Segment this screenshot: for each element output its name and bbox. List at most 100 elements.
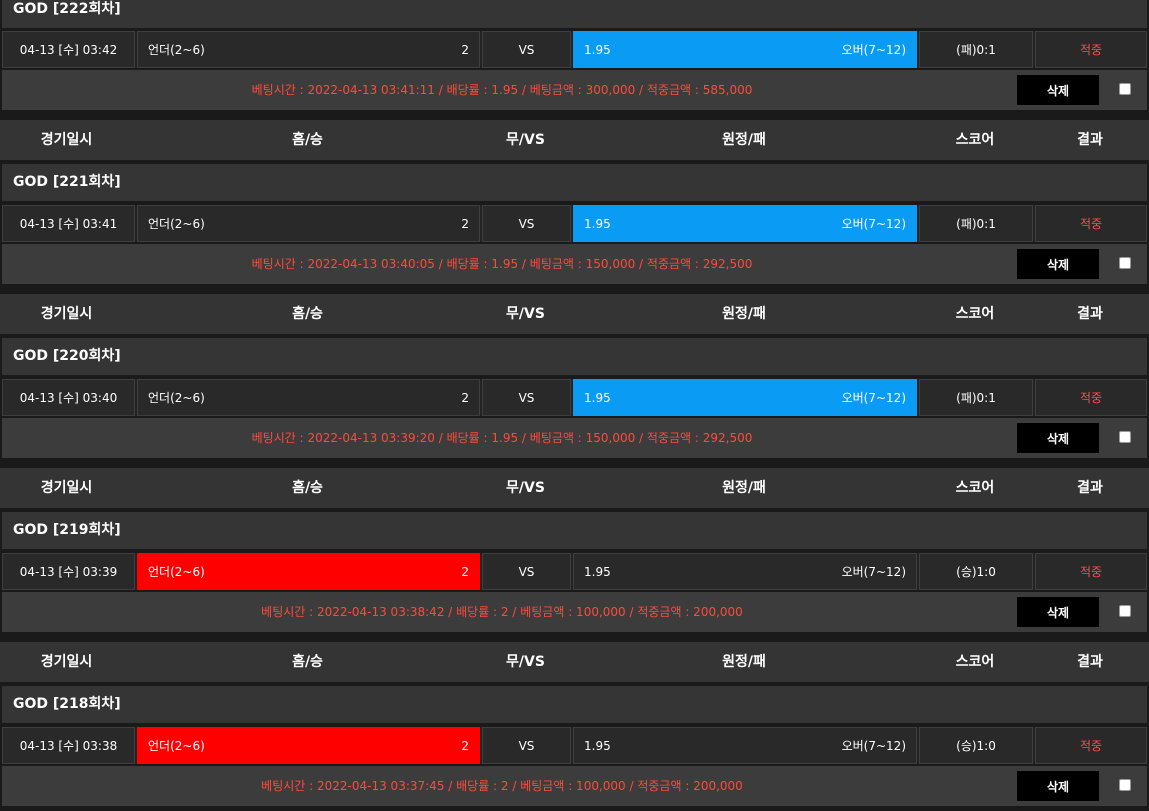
home-odds: 2: [461, 738, 469, 753]
home-team: 언더(2~6): [148, 739, 205, 753]
col-away: 원정/패: [722, 306, 766, 322]
col-result: 결과: [1077, 132, 1103, 148]
away-bet-cell[interactable]: 1.95 오버(7~12): [573, 553, 917, 590]
col-score: 스코어: [955, 480, 995, 496]
col-result: 결과: [1077, 480, 1103, 496]
game-score: (패)0:1: [919, 379, 1033, 416]
away-team: 오버(7~12): [841, 565, 906, 579]
game-result: 적중: [1035, 379, 1147, 416]
round-title: GOD [220회차]: [2, 338, 1147, 375]
delete-button[interactable]: 삭제: [1017, 597, 1099, 627]
away-team: 오버(7~12): [841, 391, 906, 405]
bet-info-row: 베팅시간 : 2022-04-13 03:38:42 / 배당률 : 2 / 베…: [2, 592, 1147, 632]
game-date: 04-13 [수] 03:39: [2, 553, 135, 590]
bet-info-text: 베팅시간 : 2022-04-13 03:40:05 / 배당률 : 1.95 …: [251, 257, 753, 271]
delete-button[interactable]: 삭제: [1017, 771, 1099, 801]
away-odds: 1.95: [584, 216, 611, 231]
col-date: 경기일시: [40, 654, 93, 670]
home-team: 언더(2~6): [148, 565, 205, 579]
away-bet-cell[interactable]: 1.95 오버(7~12): [573, 379, 917, 416]
home-odds: 2: [461, 216, 469, 231]
round-title: GOD [222회차]: [2, 0, 1147, 28]
game-row: 04-13 [수] 03:39 언더(2~6) 2 VS 1.95 오버(7~1…: [2, 553, 1147, 590]
select-checkbox[interactable]: [1119, 779, 1131, 791]
game-date: 04-13 [수] 03:38: [2, 727, 135, 764]
game-row: 04-13 [수] 03:42 언더(2~6) 2 VS 1.95 오버(7~1…: [2, 31, 1147, 68]
game-date: 04-13 [수] 03:42: [2, 31, 135, 68]
select-checkbox[interactable]: [1119, 83, 1131, 95]
col-home: 홈/승: [292, 654, 323, 670]
game-result: 적중: [1035, 31, 1147, 68]
away-team: 오버(7~12): [841, 217, 906, 231]
col-away: 원정/패: [722, 480, 766, 496]
bet-info-text: 베팅시간 : 2022-04-13 03:37:45 / 배당률 : 2 / 베…: [261, 779, 743, 793]
game-score: (패)0:1: [919, 205, 1033, 242]
col-home: 홈/승: [292, 132, 323, 148]
home-team: 언더(2~6): [148, 391, 205, 405]
round-title: GOD [219회차]: [2, 512, 1147, 549]
col-score: 스코어: [955, 132, 995, 148]
bet-info-text: 베팅시간 : 2022-04-13 03:38:42 / 배당률 : 2 / 베…: [261, 605, 743, 619]
delete-button[interactable]: 삭제: [1017, 75, 1099, 105]
home-bet-cell[interactable]: 언더(2~6) 2: [137, 553, 480, 590]
away-odds: 1.95: [584, 564, 611, 579]
game-score: (승)1:0: [919, 553, 1033, 590]
col-date: 경기일시: [40, 480, 93, 496]
col-result: 결과: [1077, 654, 1103, 670]
game-date: 04-13 [수] 03:40: [2, 379, 135, 416]
col-home: 홈/승: [292, 306, 323, 322]
column-header: 경기일시 홈/승 무/VS 원정/패 스코어 결과: [0, 294, 1149, 334]
away-odds: 1.95: [584, 738, 611, 753]
bet-info-row: 베팅시간 : 2022-04-13 03:40:05 / 배당률 : 1.95 …: [2, 244, 1147, 284]
home-team: 언더(2~6): [148, 217, 205, 231]
column-header: 경기일시 홈/승 무/VS 원정/패 스코어 결과: [0, 642, 1149, 682]
col-away: 원정/패: [722, 654, 766, 670]
bet-info-row: 베팅시간 : 2022-04-13 03:37:45 / 배당률 : 2 / 베…: [2, 766, 1147, 806]
bet-history-list: GOD [222회차] 04-13 [수] 03:42 언더(2~6) 2 VS…: [0, 0, 1149, 811]
home-bet-cell[interactable]: 언더(2~6) 2: [137, 379, 480, 416]
bet-info-text: 베팅시간 : 2022-04-13 03:39:20 / 배당률 : 1.95 …: [251, 431, 753, 445]
home-odds: 2: [461, 564, 469, 579]
round-title: GOD [221회차]: [2, 164, 1147, 201]
round-title: GOD [218회차]: [2, 686, 1147, 723]
game-score: (승)1:0: [919, 727, 1033, 764]
delete-button[interactable]: 삭제: [1017, 249, 1099, 279]
away-odds: 1.95: [584, 390, 611, 405]
column-header: 경기일시 홈/승 무/VS 원정/패 스코어 결과: [0, 468, 1149, 508]
home-odds: 2: [461, 390, 469, 405]
col-draw: 무/VS: [506, 654, 545, 670]
col-away: 원정/패: [722, 132, 766, 148]
select-checkbox[interactable]: [1119, 431, 1131, 443]
bet-info-text: 베팅시간 : 2022-04-13 03:41:11 / 배당률 : 1.95 …: [251, 83, 753, 97]
game-score: (패)0:1: [919, 31, 1033, 68]
col-draw: 무/VS: [506, 480, 545, 496]
game-row: 04-13 [수] 03:40 언더(2~6) 2 VS 1.95 오버(7~1…: [2, 379, 1147, 416]
draw-vs-cell: VS: [482, 727, 571, 764]
game-row: 04-13 [수] 03:38 언더(2~6) 2 VS 1.95 오버(7~1…: [2, 727, 1147, 764]
bet-info-row: 베팅시간 : 2022-04-13 03:41:11 / 배당률 : 1.95 …: [2, 70, 1147, 110]
home-bet-cell[interactable]: 언더(2~6) 2: [137, 727, 480, 764]
col-score: 스코어: [955, 654, 995, 670]
draw-vs-cell: VS: [482, 31, 571, 68]
bet-info-row: 베팅시간 : 2022-04-13 03:39:20 / 배당률 : 1.95 …: [2, 418, 1147, 458]
away-bet-cell[interactable]: 1.95 오버(7~12): [573, 205, 917, 242]
col-home: 홈/승: [292, 480, 323, 496]
select-checkbox[interactable]: [1119, 605, 1131, 617]
home-bet-cell[interactable]: 언더(2~6) 2: [137, 31, 480, 68]
draw-vs-cell: VS: [482, 553, 571, 590]
away-bet-cell[interactable]: 1.95 오버(7~12): [573, 31, 917, 68]
col-score: 스코어: [955, 306, 995, 322]
col-date: 경기일시: [40, 306, 93, 322]
col-draw: 무/VS: [506, 306, 545, 322]
game-date: 04-13 [수] 03:41: [2, 205, 135, 242]
away-bet-cell[interactable]: 1.95 오버(7~12): [573, 727, 917, 764]
away-team: 오버(7~12): [841, 43, 906, 57]
away-odds: 1.95: [584, 42, 611, 57]
column-header: 경기일시 홈/승 무/VS 원정/패 스코어 결과: [0, 120, 1149, 160]
select-checkbox[interactable]: [1119, 257, 1131, 269]
game-result: 적중: [1035, 205, 1147, 242]
home-bet-cell[interactable]: 언더(2~6) 2: [137, 205, 480, 242]
home-odds: 2: [461, 42, 469, 57]
game-result: 적중: [1035, 553, 1147, 590]
delete-button[interactable]: 삭제: [1017, 423, 1099, 453]
